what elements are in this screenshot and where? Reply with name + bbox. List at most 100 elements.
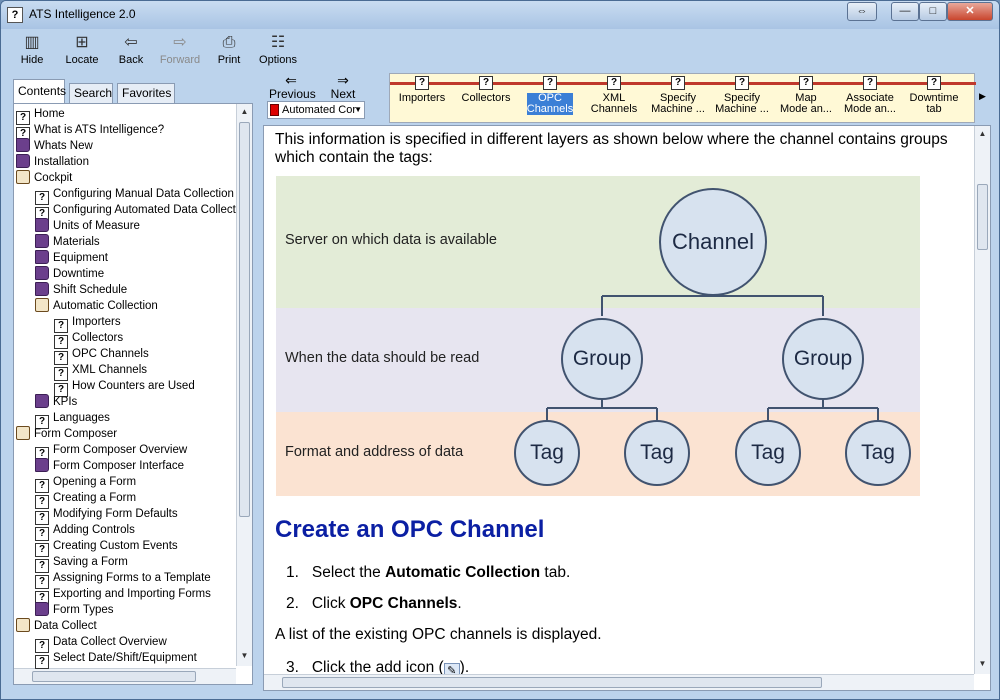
maximize-button[interactable]: □ <box>919 2 947 21</box>
scroll-down-arrow-icon[interactable]: ▼ <box>237 648 252 664</box>
tree-item[interactable]: KPIs <box>35 394 77 410</box>
breadcrumb-item[interactable]: ? XML Channels <box>584 76 644 115</box>
tree-item[interactable]: ? Select Date/Shift/Equipment <box>35 650 197 669</box>
scroll-right-arrow-icon[interactable]: ▶ <box>979 91 986 102</box>
tree-item[interactable]: Installation <box>16 154 89 170</box>
tree-item[interactable]: ? Exporting and Importing Forms <box>35 586 211 605</box>
tag-node-3: Tag <box>735 420 801 486</box>
restore-layout-button[interactable]: ⇔ <box>847 2 877 21</box>
tree-item[interactable]: ? Configuring Automated Data Collect <box>35 202 236 221</box>
options-button[interactable]: ☷ Options <box>255 33 301 71</box>
tree-item-label: Form Composer Interface <box>53 460 185 472</box>
breadcrumb-item[interactable]: ? Importers <box>392 76 452 104</box>
tab-search[interactable]: Search <box>69 83 113 103</box>
step-2-bold: OPC Channels <box>349 595 458 612</box>
tree-item[interactable]: ? Form Composer Overview <box>35 442 187 461</box>
tree-item[interactable]: ? What is ATS Intelligence? <box>16 122 164 141</box>
tree-item[interactable]: ? Creating Custom Events <box>35 538 178 557</box>
breadcrumb-line-2: Mode an... <box>780 103 832 115</box>
tree-item[interactable]: Form Composer Interface <box>35 458 184 474</box>
forward-button[interactable]: ⇨ Forward <box>157 33 203 71</box>
tree-item[interactable]: Form Composer <box>16 426 117 442</box>
breadcrumb-item[interactable]: ? Specify Machine ... <box>648 76 708 115</box>
tree-item[interactable]: ? Adding Controls <box>35 522 135 541</box>
forward-arrow-icon: ⇨ <box>173 34 187 51</box>
close-button[interactable]: ✕ <box>947 2 993 21</box>
tree-item[interactable]: Downtime <box>35 266 104 282</box>
tree-item[interactable]: ? Saving a Form <box>35 554 128 573</box>
tree-item-label: Units of Measure <box>53 220 140 232</box>
tree-item[interactable]: Automatic Collection <box>35 298 158 314</box>
breadcrumb-label: Importers <box>399 93 445 104</box>
step-1-number: 1. <box>286 564 299 581</box>
tree-item-label: Importers <box>72 316 121 328</box>
breadcrumb-item[interactable]: ? Associate Mode an... <box>840 76 900 115</box>
hide-label: Hide <box>20 54 44 66</box>
tree-item[interactable]: ? Importers <box>54 314 121 333</box>
help-topic-icon: ? <box>479 76 493 90</box>
app-icon: ? <box>7 7 23 23</box>
previous-button[interactable]: ⇐ Previous <box>269 73 316 101</box>
content-scroll-thumb[interactable] <box>977 184 988 250</box>
list-note: A list of the existing OPC channels is d… <box>275 626 602 643</box>
content-scroll-up-icon[interactable]: ▲ <box>975 126 990 142</box>
help-topic-icon: ? <box>863 76 877 90</box>
tree-item[interactable]: Whats New <box>16 138 93 154</box>
tree-item-label: Configuring Manual Data Collection <box>53 188 234 200</box>
print-label: Print <box>217 54 241 66</box>
tree-item[interactable]: ? Collectors <box>54 330 124 349</box>
tree-item[interactable]: ? Modifying Form Defaults <box>35 506 178 525</box>
next-button[interactable]: ⇒ Next <box>323 73 363 101</box>
scroll-up-arrow-icon[interactable]: ▲ <box>237 104 252 120</box>
breadcrumb-item[interactable]: ? Specify Machine ... <box>712 76 772 115</box>
navigation-pane: Contents Search Favorites ▲ ▼ ? Home? What… <box>9 75 254 691</box>
tree-item[interactable]: ? Home <box>16 106 65 125</box>
breadcrumb-item[interactable]: ? OPC Channels <box>520 76 580 115</box>
tree-item[interactable]: Data Collect <box>16 618 97 634</box>
tree-item[interactable]: Materials <box>35 234 100 250</box>
tree-item[interactable]: ? Data Collect Overview <box>35 634 167 653</box>
browse-sequence-select[interactable]: Automated Cor ▼ <box>267 101 365 119</box>
tree-scroll-thumb[interactable] <box>239 122 250 517</box>
forward-label: Forward <box>159 54 201 66</box>
tab-contents[interactable]: Contents <box>13 79 66 103</box>
content-hscroll-thumb[interactable] <box>282 677 822 688</box>
tree-item[interactable]: ? OPC Channels <box>54 346 149 365</box>
tree-item[interactable]: Units of Measure <box>35 218 140 234</box>
tab-favorites[interactable]: Favorites <box>117 83 175 103</box>
content-vertical-scrollbar[interactable]: ▲ ▼ <box>974 126 990 674</box>
group-node-2: Group <box>782 318 864 400</box>
minimize-button[interactable]: — <box>891 2 919 21</box>
closed-book-icon <box>35 250 49 264</box>
tree-vertical-scrollbar[interactable]: ▲ ▼ <box>236 104 252 666</box>
breadcrumb-item[interactable]: ? Downtime tab <box>904 76 964 115</box>
breadcrumb-item[interactable]: ? Map Mode an... <box>776 76 836 115</box>
group-node-1: Group <box>561 318 643 400</box>
tree-item[interactable]: Equipment <box>35 250 108 266</box>
breadcrumb-item[interactable]: ? Collectors <box>456 76 516 104</box>
locate-button[interactable]: ⊞ Locate <box>59 33 105 71</box>
hide-button[interactable]: ▥ Hide <box>9 33 55 71</box>
back-button[interactable]: ⇦ Back <box>108 33 154 71</box>
print-button[interactable]: ⎙ Print <box>206 33 252 71</box>
breadcrumb-label: Map Mode an... <box>780 93 832 115</box>
content-scroll-down-icon[interactable]: ▼ <box>975 656 990 672</box>
content-horizontal-scrollbar[interactable] <box>264 674 974 690</box>
help-topic-icon: ? <box>35 655 49 669</box>
tree-item[interactable]: ? Opening a Form <box>35 474 136 493</box>
tree-item[interactable]: ? Languages <box>35 410 110 429</box>
tree-item[interactable]: ? Configuring Manual Data Collection <box>35 186 234 205</box>
tree-hscroll-thumb[interactable] <box>32 671 196 682</box>
tree-item[interactable]: ? Assigning Forms to a Template <box>35 570 211 589</box>
tree-item-label: Creating a Form <box>53 492 137 504</box>
tree-horizontal-scrollbar[interactable] <box>14 668 236 684</box>
contents-tree: ▲ ▼ ? Home? What is ATS Intelligence? Whats… <box>13 103 253 685</box>
tree-item[interactable]: ? How Counters are Used <box>54 378 195 397</box>
tree-item[interactable]: Cockpit <box>16 170 72 186</box>
back-label: Back <box>118 54 144 66</box>
tree-item[interactable]: ? XML Channels <box>54 362 147 381</box>
tree-item-label: Collectors <box>72 332 124 344</box>
tree-item[interactable]: Form Types <box>35 602 114 618</box>
tree-item[interactable]: ? Creating a Form <box>35 490 137 509</box>
tree-item[interactable]: Shift Schedule <box>35 282 127 298</box>
